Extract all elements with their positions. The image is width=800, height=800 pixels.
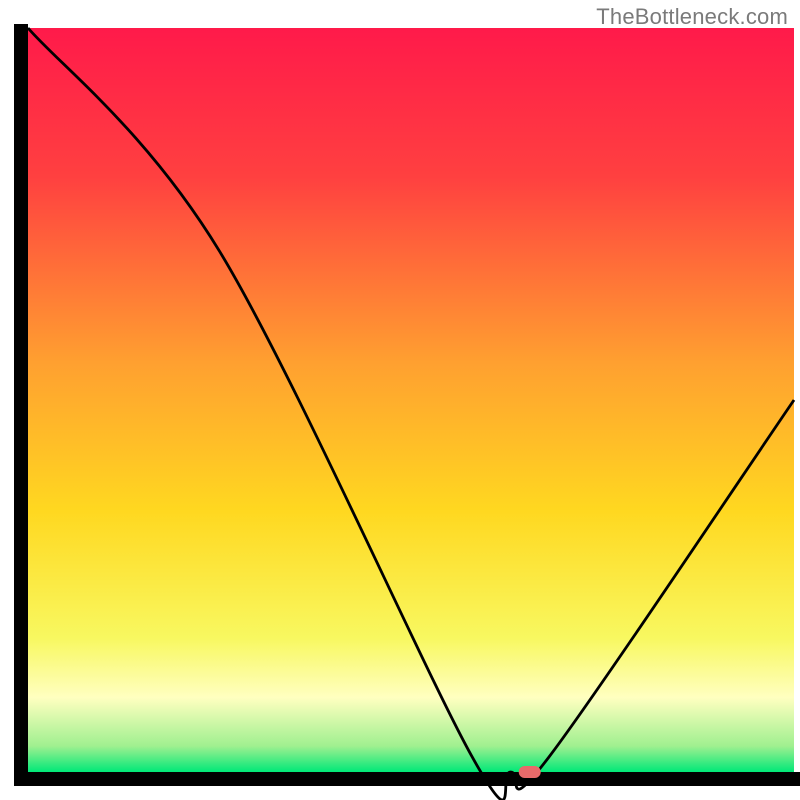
optimal-marker — [519, 766, 541, 778]
y-axis — [14, 24, 28, 786]
gradient-background — [28, 28, 794, 772]
x-axis — [18, 772, 800, 786]
watermark-text: TheBottleneck.com — [596, 4, 788, 30]
bottleneck-chart — [0, 0, 800, 800]
chart-container: TheBottleneck.com — [0, 0, 800, 800]
